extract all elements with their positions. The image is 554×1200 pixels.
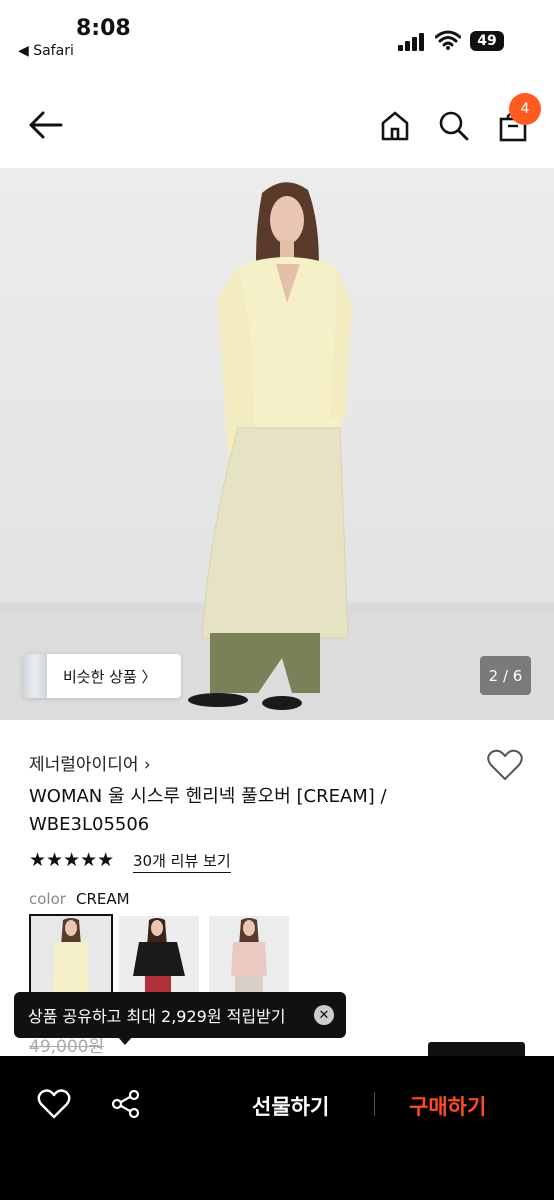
signal-icon [398, 33, 424, 51]
cart-count-badge: 4 [509, 93, 541, 125]
rating-stars: ★★★★★ [29, 849, 115, 871]
button-divider [374, 1092, 375, 1116]
image-page-indicator: 2 / 6 [480, 656, 531, 695]
similar-products-label: 비슷한 상품 〉 [63, 667, 157, 686]
share-reward-tooltip: 상품 공유하고 최대 2,929원 적립받기 ✕ [14, 992, 346, 1038]
product-title: WOMAN 울 시스루 헨리넥 풀오버 [CREAM] / WBE3L05506 [29, 783, 459, 839]
brand-link[interactable]: 제너럴아이디어 › [29, 750, 151, 775]
home-icon[interactable] [380, 110, 410, 142]
color-label: color [29, 890, 66, 908]
similar-products-button[interactable]: 비슷한 상품 〉 [23, 654, 181, 698]
color-swatch-black[interactable] [119, 916, 199, 992]
wifi-icon [435, 30, 461, 50]
color-value: CREAM [76, 890, 130, 908]
battery-icon: 49 [470, 31, 504, 51]
product-title-line1: WOMAN 울 시스루 헨리넥 풀오버 [CREAM] / [29, 786, 387, 807]
search-icon[interactable] [438, 110, 470, 142]
similar-products-thumbnail [23, 654, 47, 698]
product-title-line2: WBE3L05506 [29, 814, 150, 835]
product-image[interactable] [0, 168, 554, 720]
heart-icon[interactable] [37, 1088, 71, 1120]
heart-icon[interactable] [486, 748, 524, 782]
back-to-safari-link[interactable]: ◀ Safari [18, 43, 74, 59]
status-time: 8:08 [76, 16, 131, 41]
tooltip-text: 상품 공유하고 최대 2,929원 적립받기 [28, 1007, 286, 1026]
gift-button[interactable]: 선물하기 [252, 1091, 329, 1121]
top-nav [0, 80, 554, 170]
share-icon[interactable] [111, 1089, 141, 1119]
close-icon[interactable]: ✕ [314, 1005, 334, 1025]
review-link[interactable]: 30개 리뷰 보기 [133, 850, 231, 873]
bottom-action-bar [0, 1056, 554, 1200]
buy-button[interactable]: 구매하기 [409, 1091, 486, 1121]
back-arrow-icon[interactable] [28, 110, 64, 140]
color-swatch-cream[interactable] [29, 914, 113, 994]
color-swatch-pink[interactable] [209, 916, 289, 992]
tooltip-pointer [117, 1036, 133, 1045]
